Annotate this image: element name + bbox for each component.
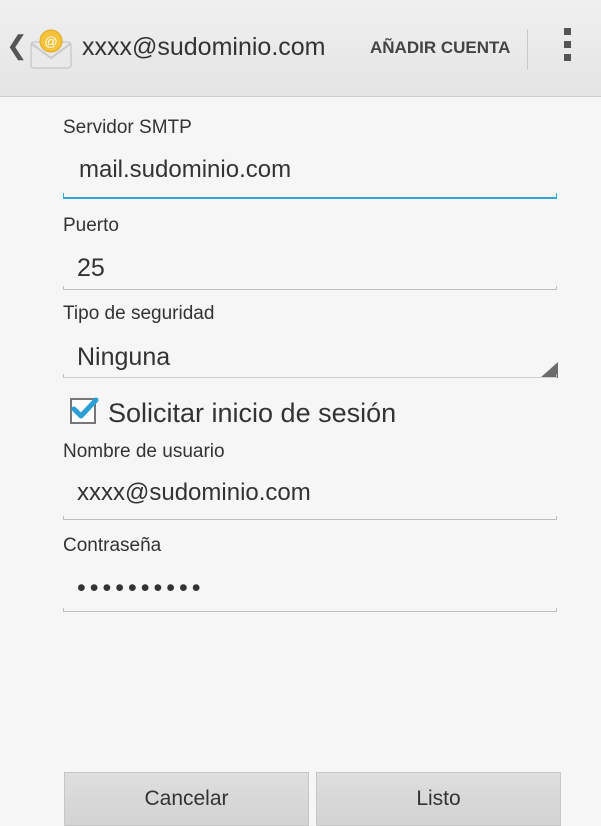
- back-chevron-icon[interactable]: ❮: [6, 30, 28, 61]
- smtp-server-underline: [63, 193, 557, 199]
- smtp-server-label: Servidor SMTP: [63, 117, 192, 138]
- checkmark-icon: [71, 397, 99, 419]
- username-input[interactable]: xxxx@sudominio.com: [77, 479, 311, 507]
- svg-text:@: @: [44, 34, 57, 49]
- email-app-icon[interactable]: @: [28, 28, 78, 70]
- action-bar: ❮ @ xxxx@sudominio.com AÑADIR CUENTA: [0, 0, 601, 97]
- password-underline: [63, 608, 557, 612]
- account-email-title: xxxx@sudominio.com: [82, 33, 326, 61]
- toolbar-divider: [527, 30, 528, 70]
- port-underline: [63, 286, 557, 290]
- security-type-select[interactable]: Ninguna: [77, 343, 170, 372]
- overflow-menu-icon[interactable]: [562, 28, 572, 72]
- port-label: Puerto: [63, 215, 119, 236]
- require-login-checkbox[interactable]: [70, 397, 99, 424]
- password-input[interactable]: ••••••••••: [77, 574, 205, 603]
- username-label: Nombre de usuario: [63, 441, 225, 462]
- done-button[interactable]: Listo: [316, 772, 561, 826]
- cancel-button[interactable]: Cancelar: [64, 772, 309, 826]
- add-account-button[interactable]: AÑADIR CUENTA: [370, 38, 510, 58]
- port-input[interactable]: 25: [77, 254, 105, 283]
- security-type-label: Tipo de seguridad: [63, 303, 215, 324]
- password-label: Contraseña: [63, 535, 162, 556]
- require-login-label[interactable]: Solicitar inicio de sesión: [108, 398, 396, 429]
- smtp-server-input[interactable]: mail.sudominio.com: [79, 156, 291, 184]
- security-type-underline: [63, 374, 557, 378]
- username-underline: [63, 516, 557, 520]
